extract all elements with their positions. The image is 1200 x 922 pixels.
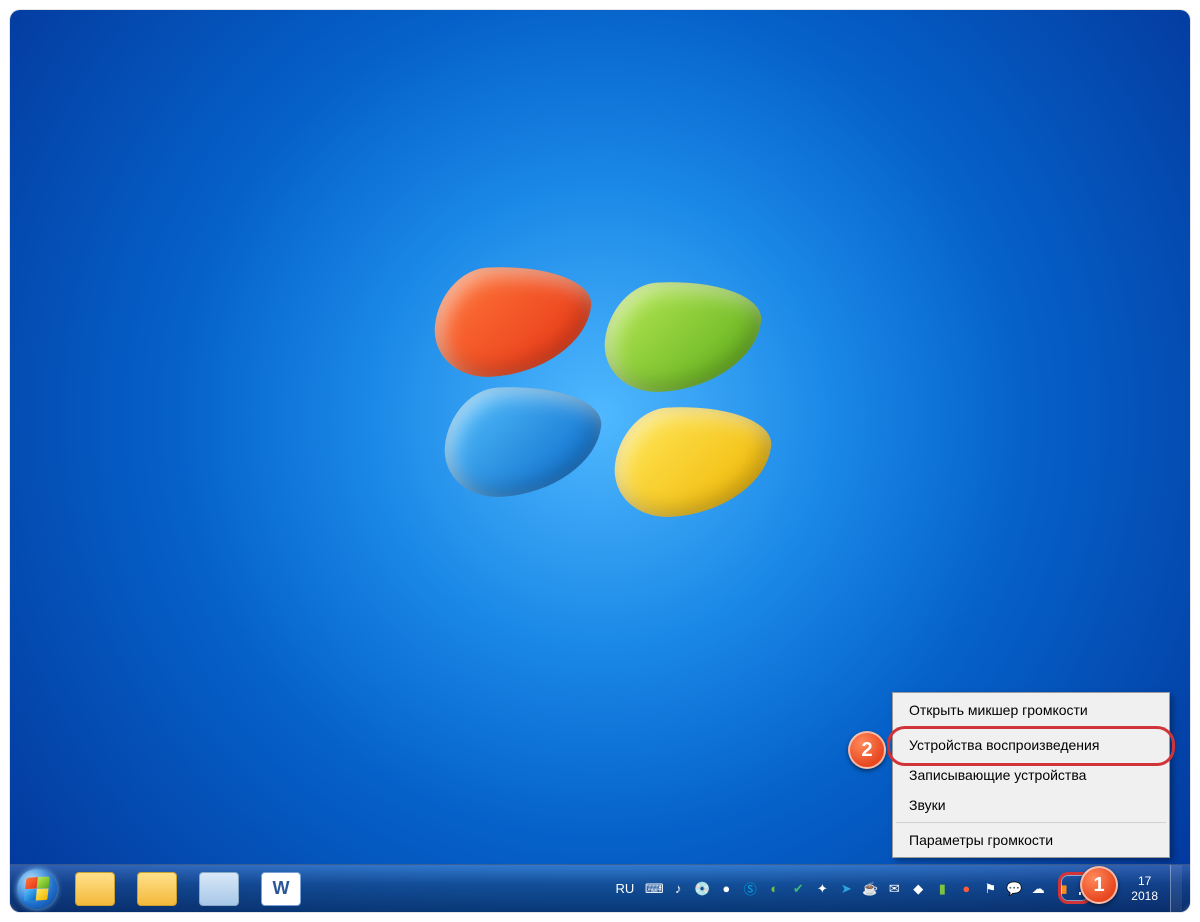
taskbar-pin-app[interactable]: [190, 868, 248, 910]
menu-sounds[interactable]: Звуки: [895, 790, 1167, 820]
note-icon[interactable]: ♪: [669, 880, 687, 898]
disk-icon[interactable]: 💿: [693, 880, 711, 898]
menu-separator: [896, 822, 1166, 823]
annotation-badge-2: 2: [848, 731, 886, 769]
clock-date: 2018: [1131, 889, 1158, 904]
record-icon[interactable]: ●: [957, 880, 975, 898]
taskbar: W RU ⌨ ♪ 💿 ● Ⓢ ◐ ✔ ✦ ➤ ☕ ✉ ◆ ▮ ● ⚑ 💬 ☁: [10, 864, 1190, 912]
menu-volume-options[interactable]: Параметры громкости: [895, 825, 1167, 855]
tool-icon[interactable]: ✦: [813, 880, 831, 898]
check-icon[interactable]: ✔: [789, 880, 807, 898]
telegram-icon[interactable]: ➤: [837, 880, 855, 898]
clock-time: 17: [1131, 874, 1158, 889]
clock[interactable]: 17 2018: [1125, 874, 1164, 904]
folder-icon: [75, 872, 115, 906]
taskbar-pin-libraries[interactable]: [128, 868, 186, 910]
show-desktop-button[interactable]: [1170, 865, 1182, 913]
mail-icon[interactable]: ✉: [885, 880, 903, 898]
taskbar-pin-word[interactable]: W: [252, 868, 310, 910]
taskbar-pin-explorer[interactable]: [66, 868, 124, 910]
menu-playback-devices[interactable]: Устройства воспроизведения: [895, 730, 1167, 760]
cloud-icon[interactable]: ☁: [1029, 880, 1047, 898]
tray-icons: ⌨ ♪ 💿 ● Ⓢ ◐ ✔ ✦ ➤ ☕ ✉ ◆ ▮ ● ⚑ 💬 ☁ ◼: [645, 880, 1119, 898]
panda-icon[interactable]: ●: [717, 880, 735, 898]
keyboard-icon[interactable]: ⌨: [645, 880, 663, 898]
menu-recording-devices[interactable]: Записывающие устройства: [895, 760, 1167, 790]
message-icon[interactable]: 💬: [1005, 880, 1023, 898]
app-icon[interactable]: ◆: [909, 880, 927, 898]
app2-icon[interactable]: ◼: [1053, 880, 1071, 898]
skype-icon[interactable]: Ⓢ: [741, 880, 759, 898]
spinner-icon[interactable]: ◐: [765, 880, 783, 898]
menu-separator: [896, 727, 1166, 728]
flag-icon[interactable]: ⚑: [981, 880, 999, 898]
word-icon: W: [261, 872, 301, 906]
desktop[interactable]: Открыть микшер громкости Устройства восп…: [10, 10, 1190, 912]
windows-logo: [435, 266, 765, 566]
start-orb-icon: [17, 869, 57, 909]
menu-open-mixer[interactable]: Открыть микшер громкости: [895, 695, 1167, 725]
folder-icon: [137, 872, 177, 906]
pinned-apps: W: [64, 865, 312, 912]
app-icon: [199, 872, 239, 906]
signal-icon[interactable]: ▮: [933, 880, 951, 898]
volume-context-menu: Открыть микшер громкости Устройства восп…: [892, 692, 1170, 858]
java-icon[interactable]: ☕: [861, 880, 879, 898]
annotation-badge-1: 1: [1080, 866, 1118, 904]
start-button[interactable]: [10, 865, 64, 913]
language-indicator[interactable]: RU: [611, 879, 640, 898]
